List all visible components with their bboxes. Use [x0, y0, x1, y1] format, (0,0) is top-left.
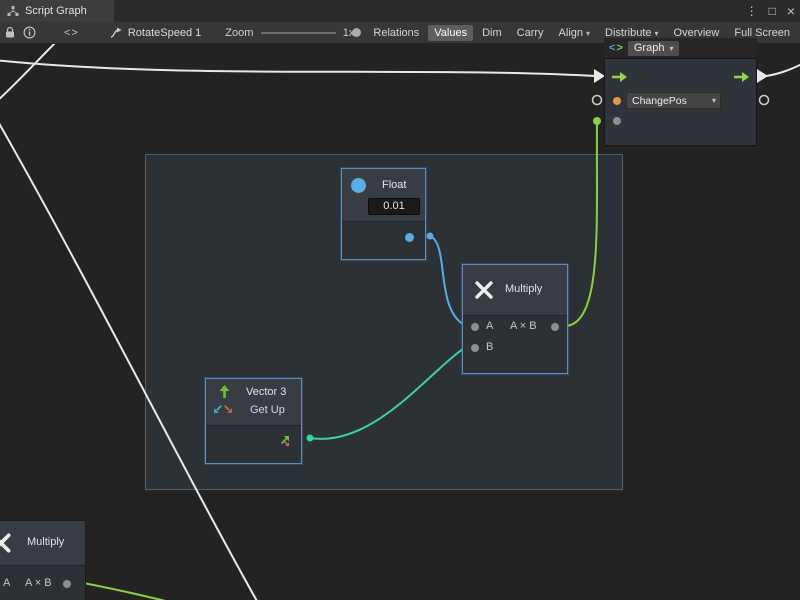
titlebar: Script Graph ⋮ □ ×: [0, 0, 800, 22]
float-output-port[interactable]: [405, 233, 414, 242]
chevron-down-icon: ▾: [669, 44, 673, 53]
node-get-up[interactable]: Vector 3 Get Up: [205, 378, 302, 464]
changepos-input-port[interactable]: [613, 97, 621, 105]
node-multiply-partial-header: Multiply: [0, 521, 85, 566]
values-button[interactable]: Values: [428, 25, 473, 41]
lock-icon[interactable]: [4, 26, 16, 39]
multiply-output-port[interactable]: [63, 580, 71, 588]
chevron-down-icon: ▾: [712, 96, 720, 105]
kebab-menu-icon[interactable]: ⋮: [746, 0, 758, 22]
zoom-slider-track: [261, 32, 335, 34]
flow-out-arrow-icon[interactable]: [733, 71, 750, 86]
window-title: Script Graph: [25, 5, 87, 17]
node-get-up-header: Vector 3 Get Up: [206, 379, 301, 426]
port-label-output: A × B: [510, 320, 537, 332]
port-label-a: A: [3, 577, 10, 589]
node-multiply-header: Multiply: [463, 265, 567, 316]
chevron-down-icon: ▾: [586, 29, 590, 38]
multiply-icon: [0, 531, 13, 558]
flow-in-arrow-icon[interactable]: [611, 71, 628, 86]
code-view-icon[interactable]: <>: [64, 27, 79, 39]
float-type-icon: [351, 178, 366, 193]
wire-white-top[interactable]: [0, 60, 596, 76]
tab-script-graph[interactable]: Script Graph: [0, 0, 114, 22]
port-label-b: B: [486, 341, 493, 353]
script-graph-window: Script Graph ⋮ □ × <> RotateSpeed 1 Zoom…: [0, 0, 800, 600]
zoom-label: Zoom: [225, 27, 253, 39]
changepos-node[interactable]: ChangePos ▾: [604, 58, 757, 146]
maximize-icon[interactable]: □: [769, 0, 776, 22]
flow-arrow-right: [757, 69, 768, 83]
node-title: Multiply: [27, 536, 64, 548]
dim-button[interactable]: Dim: [476, 25, 508, 41]
transform-axes-icon: [213, 404, 233, 417]
node-multiply[interactable]: Multiply A A × B B: [462, 264, 568, 374]
multiply-icon: [473, 279, 495, 304]
align-dropdown[interactable]: Align▾: [553, 25, 596, 41]
vector-up-icon: [218, 384, 231, 402]
zoom-slider[interactable]: [261, 22, 335, 44]
node-multiply-partial[interactable]: Multiply A A × B: [0, 520, 86, 600]
graph-asset-icon: <: [609, 42, 615, 54]
script-graph-icon: [7, 5, 19, 17]
multiply-input-b-port[interactable]: [471, 344, 479, 352]
graph-panel-header: < > Graph ▾: [604, 38, 757, 58]
wire-white-topleft[interactable]: [0, 44, 60, 102]
changepos-dropdown[interactable]: ChangePos ▾: [626, 92, 721, 109]
carry-button[interactable]: Carry: [511, 25, 550, 41]
graph-reference-icon: [109, 27, 123, 39]
graph-asset-icon: >: [616, 42, 622, 54]
vector3-output-port[interactable]: [278, 433, 292, 450]
titlebar-controls: ⋮ □ ×: [746, 0, 795, 22]
port-label-a: A: [486, 320, 493, 332]
multiply-input-a-port[interactable]: [471, 323, 479, 331]
chevron-down-icon: ▾: [655, 29, 659, 38]
distribute-label: Distribute: [605, 27, 651, 39]
multiply-output-port[interactable]: [551, 323, 559, 331]
float-value-field[interactable]: 0.01: [368, 198, 420, 215]
graph-selector-dropdown[interactable]: Graph ▾: [628, 41, 680, 56]
wire-cap: [593, 117, 601, 125]
port-label-output: A × B: [25, 577, 52, 589]
align-label: Align: [559, 27, 583, 39]
info-icon[interactable]: [23, 26, 36, 39]
value-port-hollow-left: [593, 96, 602, 105]
changepos-dropdown-label: ChangePos: [627, 95, 712, 107]
node-title: Multiply: [505, 283, 542, 295]
zoom-slider-knob[interactable]: [352, 28, 361, 37]
changepos-value-port[interactable]: [613, 117, 621, 125]
graph-overlay-panel: < > Graph ▾ ChangePos ▾: [604, 38, 757, 146]
graph-selector-label: Graph: [634, 42, 665, 54]
node-title: Float: [382, 179, 406, 191]
node-float-header: Float 0.01: [342, 169, 425, 222]
value-port-hollow-right: [760, 96, 769, 105]
wire-white-top-right[interactable]: [766, 62, 800, 76]
graph-reference-label[interactable]: RotateSpeed 1: [128, 27, 201, 39]
close-icon[interactable]: ×: [787, 0, 795, 22]
node-type: Vector 3: [246, 386, 286, 398]
relations-button[interactable]: Relations: [367, 25, 425, 41]
node-title: Get Up: [250, 404, 285, 416]
node-float[interactable]: Float 0.01: [341, 168, 426, 260]
wire-bottom-multiply-out[interactable]: [78, 582, 248, 600]
